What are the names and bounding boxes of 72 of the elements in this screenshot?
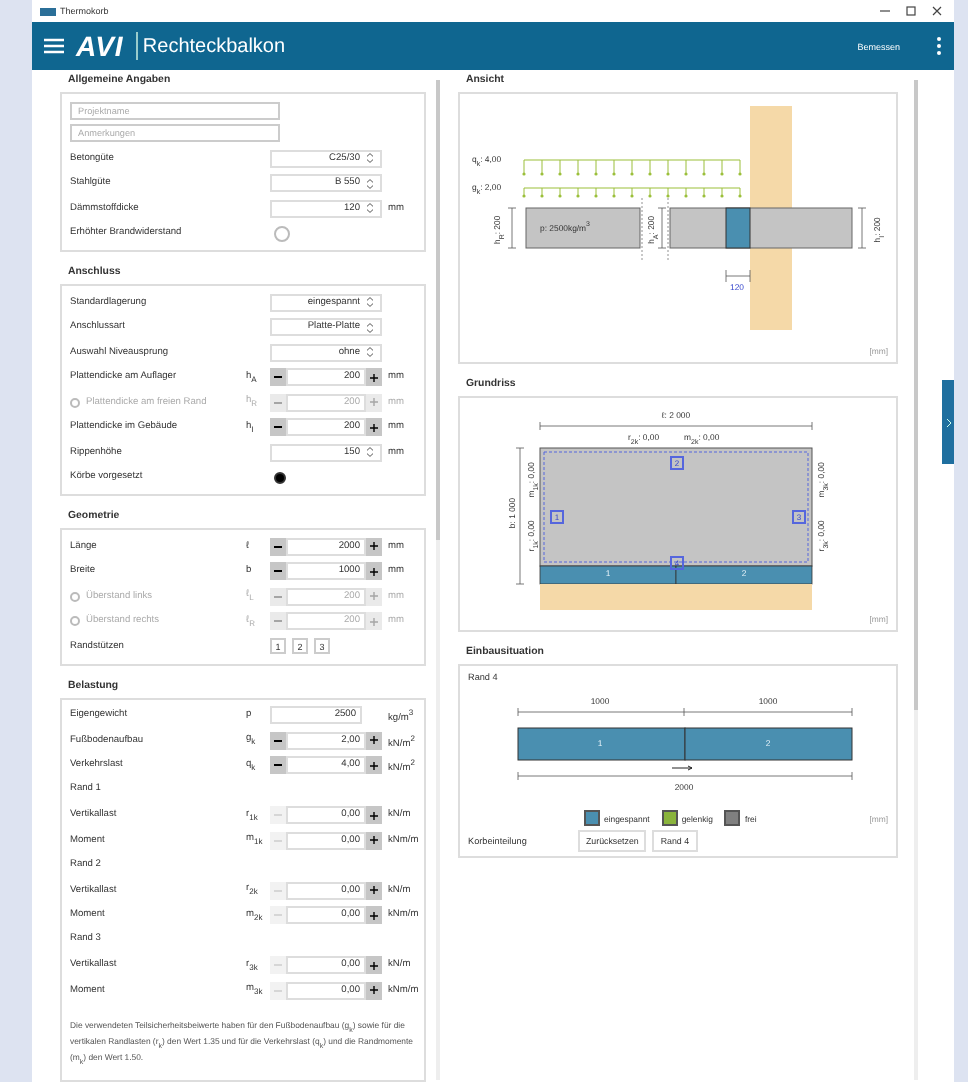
maximize-icon[interactable] bbox=[906, 6, 916, 16]
plus-icon bbox=[370, 986, 378, 995]
minus-button[interactable] bbox=[270, 562, 286, 581]
plus-icon bbox=[370, 886, 378, 895]
chevron-right-icon bbox=[945, 417, 951, 427]
menu-icon[interactable] bbox=[44, 38, 64, 54]
minus-icon bbox=[274, 620, 282, 623]
dimension-line bbox=[515, 447, 525, 585]
minus-icon bbox=[274, 426, 282, 429]
plus-icon bbox=[370, 373, 378, 382]
plus-button[interactable] bbox=[366, 831, 382, 850]
plus-button[interactable] bbox=[366, 562, 382, 581]
slab bbox=[525, 207, 641, 249]
plus-button[interactable] bbox=[366, 881, 382, 900]
chevron-up-down-icon bbox=[366, 152, 374, 165]
minus-icon bbox=[274, 595, 282, 598]
scrollbar[interactable] bbox=[914, 80, 918, 710]
chevron-up-down-icon bbox=[366, 296, 374, 309]
plus-button[interactable] bbox=[366, 537, 382, 556]
plus-button[interactable] bbox=[366, 981, 382, 1000]
plus-button[interactable] bbox=[366, 368, 382, 387]
minus-button[interactable] bbox=[270, 418, 286, 437]
minus-icon bbox=[274, 401, 282, 404]
minimize-icon[interactable] bbox=[880, 6, 890, 16]
dimension-line bbox=[857, 207, 867, 249]
minus-icon bbox=[274, 570, 282, 573]
chevron-up-down-icon bbox=[366, 202, 374, 215]
plus-button[interactable] bbox=[366, 806, 382, 825]
axis-arrow bbox=[671, 765, 693, 771]
plus-icon bbox=[370, 398, 378, 407]
plus-icon bbox=[370, 617, 378, 626]
plus-icon bbox=[370, 911, 378, 920]
close-icon[interactable] bbox=[932, 6, 942, 16]
minus-icon bbox=[274, 376, 282, 379]
chevron-up-down-icon bbox=[366, 346, 374, 359]
page-title: Rechteckbalkon bbox=[142, 35, 286, 57]
plus-icon bbox=[370, 542, 378, 551]
plus-icon bbox=[370, 567, 378, 576]
dimension-line bbox=[725, 269, 751, 283]
radio-button[interactable] bbox=[274, 471, 286, 484]
plus-button[interactable] bbox=[366, 956, 382, 975]
break-line bbox=[667, 197, 669, 261]
chevron-up-down-icon bbox=[366, 177, 374, 190]
minus-button[interactable] bbox=[270, 537, 286, 556]
plus-icon bbox=[370, 811, 378, 820]
minus-icon bbox=[274, 739, 282, 742]
minus-icon bbox=[274, 764, 282, 767]
plus-button[interactable] bbox=[366, 731, 382, 750]
minus-button[interactable] bbox=[270, 756, 286, 775]
more-icon[interactable] bbox=[936, 36, 942, 56]
plus-icon bbox=[370, 761, 378, 770]
plus-icon bbox=[370, 961, 378, 970]
plus-button[interactable] bbox=[366, 418, 382, 437]
checkbox[interactable] bbox=[274, 225, 290, 242]
logo: AVI bbox=[76, 30, 124, 62]
minus-button[interactable] bbox=[270, 731, 286, 750]
plus-icon bbox=[370, 592, 378, 601]
plus-icon bbox=[370, 836, 378, 845]
app-icon bbox=[40, 7, 56, 15]
plus-icon bbox=[370, 423, 378, 432]
plus-button[interactable] bbox=[366, 906, 382, 925]
insulation-element bbox=[725, 207, 751, 249]
dimension-line bbox=[657, 207, 667, 249]
break-line bbox=[641, 197, 643, 261]
dimension-line bbox=[507, 207, 517, 249]
chevron-up-down-icon bbox=[366, 446, 374, 459]
chevron-up-down-icon bbox=[366, 321, 374, 334]
minus-icon bbox=[274, 545, 282, 548]
plus-button[interactable] bbox=[366, 756, 382, 775]
minus-button[interactable] bbox=[270, 368, 286, 387]
scrollbar[interactable] bbox=[436, 80, 440, 540]
plus-icon bbox=[370, 736, 378, 745]
